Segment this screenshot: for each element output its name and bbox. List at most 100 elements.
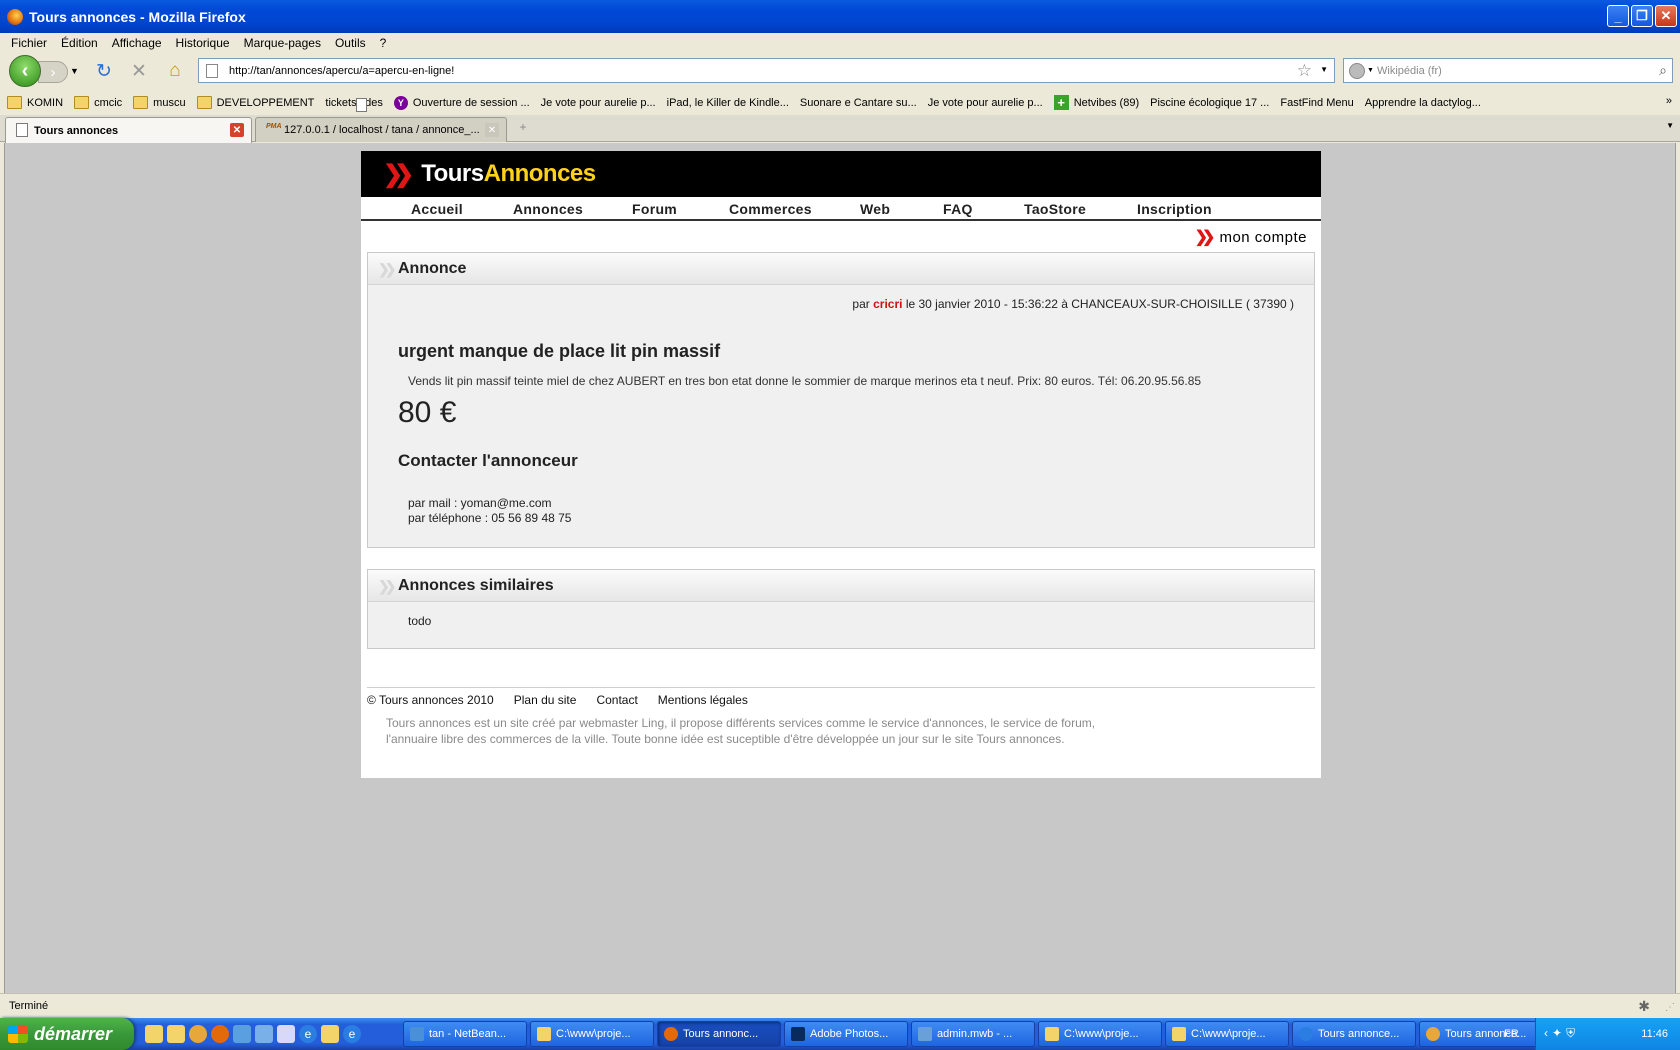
system-tray: FR ‹ ✦ ⛨ 11:46 <box>1504 1018 1680 1050</box>
menu-historique[interactable]: Historique <box>170 36 238 50</box>
new-tab-icon[interactable]: + <box>511 120 535 140</box>
bookmark-item[interactable]: + Netvibes (89) <box>1053 95 1139 110</box>
menu-marque-pages[interactable]: Marque-pages <box>238 36 329 50</box>
footer-contact[interactable]: Contact <box>596 693 637 707</box>
task-button[interactable]: Tours annonce... <box>1292 1021 1416 1047</box>
bookmark-item[interactable]: KOMIN <box>7 96 63 109</box>
home-icon[interactable]: ⌂ <box>163 59 187 83</box>
bookmark-item[interactable]: FastFind Menu <box>356 97 1354 112</box>
similaires-box: ❯❯ Annonces similaires todo <box>367 569 1315 649</box>
folder-icon <box>1172 1027 1186 1041</box>
bookmark-item[interactable]: Piscine écologique 17 ... <box>356 97 1269 112</box>
url-dropdown-icon[interactable]: ▼ <box>1320 65 1328 74</box>
minimize-button[interactable]: _ <box>1607 5 1629 27</box>
menu-help[interactable]: ? <box>374 36 395 50</box>
search-engine-icon[interactable] <box>1349 63 1365 79</box>
tab-tours-annonces[interactable]: Tours annonces ✕ <box>5 117 252 143</box>
close-tab-icon[interactable]: ✕ <box>230 123 244 137</box>
task-label: Adobe Photos... <box>810 1028 889 1040</box>
account-link[interactable]: ❯❯ mon compte <box>1195 227 1307 247</box>
search-bar[interactable]: ▼ Wikipédia (fr) ⌕ <box>1343 58 1673 83</box>
bookmark-item[interactable]: Apprendre la dactylog... <box>356 97 1481 112</box>
footer-mentions-legales[interactable]: Mentions légales <box>658 693 748 707</box>
ie-icon[interactable]: e <box>343 1025 361 1043</box>
bookmark-item[interactable]: Y Ouverture de session ... <box>393 95 530 110</box>
task-button[interactable]: C:\www\proje... <box>530 1021 654 1047</box>
menu-affichage[interactable]: Affichage <box>106 36 170 50</box>
bookmark-star-icon[interactable]: ☆ <box>1297 61 1312 81</box>
start-button[interactable]: démarrer <box>0 1018 134 1050</box>
back-button[interactable]: ‹ <box>9 55 41 87</box>
account-label: mon compte <box>1219 228 1307 246</box>
nav-accueil[interactable]: Accueil <box>411 201 463 217</box>
task-button[interactable]: C:\www\proje... <box>1038 1021 1162 1047</box>
bookmark-item[interactable]: cmcic <box>74 96 122 109</box>
history-dropdown-icon[interactable]: ▼ <box>70 66 79 76</box>
close-button[interactable]: ✕ <box>1655 5 1677 27</box>
footer-plan-du-site[interactable]: Plan du site <box>514 693 577 707</box>
task-button[interactable]: Tours annonc... <box>657 1021 781 1047</box>
bookmark-item[interactable]: muscu <box>133 96 186 109</box>
task-label: Tours annonce... <box>1318 1028 1400 1040</box>
search-icon[interactable]: ⌕ <box>1659 62 1667 79</box>
menu-outils[interactable]: Outils <box>329 36 374 50</box>
stop-icon[interactable]: ✕ <box>127 59 151 83</box>
nav-commerces[interactable]: Commerces <box>729 201 812 217</box>
similaires-content: todo <box>408 614 432 628</box>
bookmark-item[interactable]: ticketsoldes <box>325 97 383 112</box>
bookmark-item[interactable]: Je vote pour aurelie p... <box>356 97 1043 112</box>
task-button[interactable]: C:\www\proje... <box>1165 1021 1289 1047</box>
task-button[interactable]: Adobe Photos... <box>784 1021 908 1047</box>
task-button[interactable]: tan - NetBean... <box>403 1021 527 1047</box>
bookmark-item[interactable]: Je vote pour aurelie p... <box>356 97 656 112</box>
bookmark-label: cmcic <box>94 96 123 109</box>
firefox-icon[interactable] <box>211 1025 229 1043</box>
menu-fichier[interactable]: Fichier <box>5 36 55 50</box>
ie-icon[interactable]: e <box>299 1025 317 1043</box>
chrome-icon[interactable] <box>189 1025 207 1043</box>
netvibes-icon: + <box>1053 95 1069 110</box>
folder-icon <box>1045 1027 1059 1041</box>
folder-icon[interactable] <box>167 1025 185 1043</box>
nav-inscription[interactable]: Inscription <box>1137 201 1212 217</box>
notepad-icon[interactable] <box>277 1025 295 1043</box>
logo-annonces[interactable]: Annonces <box>484 160 597 188</box>
network-icon[interactable]: ✦ <box>1552 1026 1562 1041</box>
tab-phpmyadmin[interactable]: PMA 127.0.0.1 / localhost / tana / annon… <box>255 117 507 142</box>
task-button[interactable]: Tours annonce... <box>1419 1021 1543 1047</box>
forward-button[interactable]: › <box>38 61 68 83</box>
engine-dropdown-icon[interactable]: ▼ <box>1367 67 1374 74</box>
bookmark-item[interactable]: DEVELOPPEMENT <box>196 96 314 109</box>
url-bar[interactable]: http://tan/annonces/apercu/a=apercu-en-l… <box>198 58 1335 83</box>
tool-icon[interactable] <box>255 1025 273 1043</box>
addon-bug-icon[interactable]: ✱ <box>1638 998 1650 1015</box>
nav-faq[interactable]: FAQ <box>943 201 973 217</box>
security-shield-icon[interactable]: ⛨ <box>1566 1026 1575 1041</box>
bookmark-item[interactable]: iPad, le Killer de Kindle... <box>356 97 789 112</box>
bookmark-label: muscu <box>153 96 186 109</box>
folder-icon[interactable] <box>145 1025 163 1043</box>
nav-forum[interactable]: Forum <box>632 201 677 217</box>
task-button[interactable]: admin.mwb - ... <box>911 1021 1035 1047</box>
tabs-list-icon[interactable]: ▼ <box>1666 121 1674 130</box>
close-tab-icon[interactable]: ✕ <box>485 123 499 137</box>
site-page: ❯❯ Tours Annonces Accueil Annonces Forum … <box>361 151 1321 778</box>
nav-web[interactable]: Web <box>860 201 890 217</box>
reload-icon[interactable]: ↻ <box>92 59 116 83</box>
folder-icon[interactable] <box>321 1025 339 1043</box>
tray-arrow-icon[interactable]: ‹ <box>1544 1026 1548 1041</box>
author-link[interactable]: cricri <box>873 297 902 311</box>
user-icon[interactable] <box>233 1025 251 1043</box>
nav-annonces[interactable]: Annonces <box>513 201 583 217</box>
chevron-more-icon[interactable]: » <box>1666 95 1672 107</box>
resize-grip-icon[interactable]: ⋰ <box>1665 1002 1675 1013</box>
contact-mail[interactable]: par mail : yoman@me.com <box>408 496 552 510</box>
task-label: Tours annonc... <box>683 1028 759 1040</box>
clock: 11:46 <box>1641 1028 1668 1040</box>
bookmark-item[interactable]: Suonare e Cantare su... <box>356 97 917 112</box>
nav-taostore[interactable]: TaoStore <box>1024 201 1086 217</box>
logo-tours[interactable]: Tours <box>421 160 484 188</box>
menu-edition[interactable]: Édition <box>55 36 106 50</box>
maximize-button[interactable]: ❐ <box>1631 5 1653 27</box>
language-indicator[interactable]: FR <box>1504 1028 1519 1040</box>
